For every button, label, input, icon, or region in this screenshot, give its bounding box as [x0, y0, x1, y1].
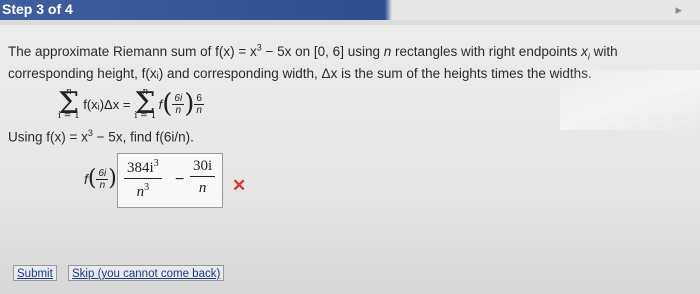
question-line1-part-c: rectangles with right endpoints	[391, 43, 582, 59]
term1-den-exp: 3	[144, 182, 150, 193]
using-text-a: Using	[8, 129, 47, 145]
variable-x: x	[581, 43, 588, 59]
answer-lhs-den: n	[99, 179, 106, 191]
frac-6-over-n: 6 n	[194, 93, 204, 116]
answer-paren-close: )	[108, 166, 117, 191]
width-den: n	[196, 104, 202, 116]
expand-arrow-icon[interactable]: ▸	[675, 2, 682, 18]
answer-term2: 30i n	[190, 158, 216, 197]
step-label: Step 3 of 4	[2, 1, 73, 17]
answer-term1-num: 384i3	[124, 158, 162, 179]
using-text-b: − 5x, find f(6i/n).	[92, 129, 194, 145]
width-num: 6	[194, 92, 204, 105]
question-line1-part-d: with	[589, 43, 618, 59]
question-text: The approximate Riemann sum of f(x) = x3…	[8, 38, 688, 83]
using-line: Using f(x) = x3 − 5x, find f(6i/n).	[8, 128, 194, 145]
sigma-left: Σ n i = 1	[58, 87, 80, 121]
sigma-right: Σ n i = 1	[134, 87, 156, 121]
function-expr: f(x) = x	[215, 43, 257, 59]
riemann-sum-formula: Σ n i = 1 f(xᵢ)Δx = Σ n i = 1 f ( 6i n )…	[58, 84, 204, 124]
answer-lhs-num: 6i	[96, 167, 109, 180]
frac-den: n	[175, 104, 182, 116]
paren-open: (	[162, 89, 173, 119]
sum-lower-limit-2: i = 1	[134, 111, 157, 121]
paren-close: )	[184, 89, 195, 119]
sum-lower-limit: i = 1	[58, 111, 80, 121]
frac-num: 6i	[172, 92, 185, 105]
answer-minus: −	[175, 171, 185, 188]
skip-button[interactable]: Skip (you cannot come back)	[68, 265, 225, 281]
answer-term2-num: 30i	[190, 158, 216, 177]
answer-term1: 384i3 n3	[124, 158, 162, 201]
question-line2: corresponding height, f(xᵢ) and correspo…	[8, 66, 592, 82]
question-line1-part-b: − 5x on [0, 6] using	[261, 43, 384, 59]
step-header-bar: Step 3 of 4 ▸	[0, 0, 700, 20]
answer-term1-den: n3	[137, 179, 150, 201]
question-line1-part-a: The approximate Riemann sum of	[8, 43, 216, 59]
incorrect-x-icon: ✕	[232, 176, 247, 195]
submit-button[interactable]: Submit	[13, 265, 57, 281]
answer-input-box[interactable]: 384i3 n3 − 30i n	[117, 153, 223, 208]
answer-lhs-frac: 6i n	[96, 167, 109, 191]
question-line1: The approximate Riemann sum of f(x) = x3…	[8, 42, 618, 61]
sum-lhs-term: f(xᵢ)Δx =	[83, 96, 131, 112]
answer-term2-den: n	[198, 180, 207, 196]
term1-num-exp: 3	[153, 158, 159, 169]
term1-den-text: n	[136, 184, 145, 200]
term1-num-text: 384i	[127, 160, 154, 176]
answer-paren-open: (	[87, 166, 97, 191]
using-function: f(x) = x	[46, 129, 88, 145]
frac-6i-over-n: 6i n	[172, 92, 185, 116]
